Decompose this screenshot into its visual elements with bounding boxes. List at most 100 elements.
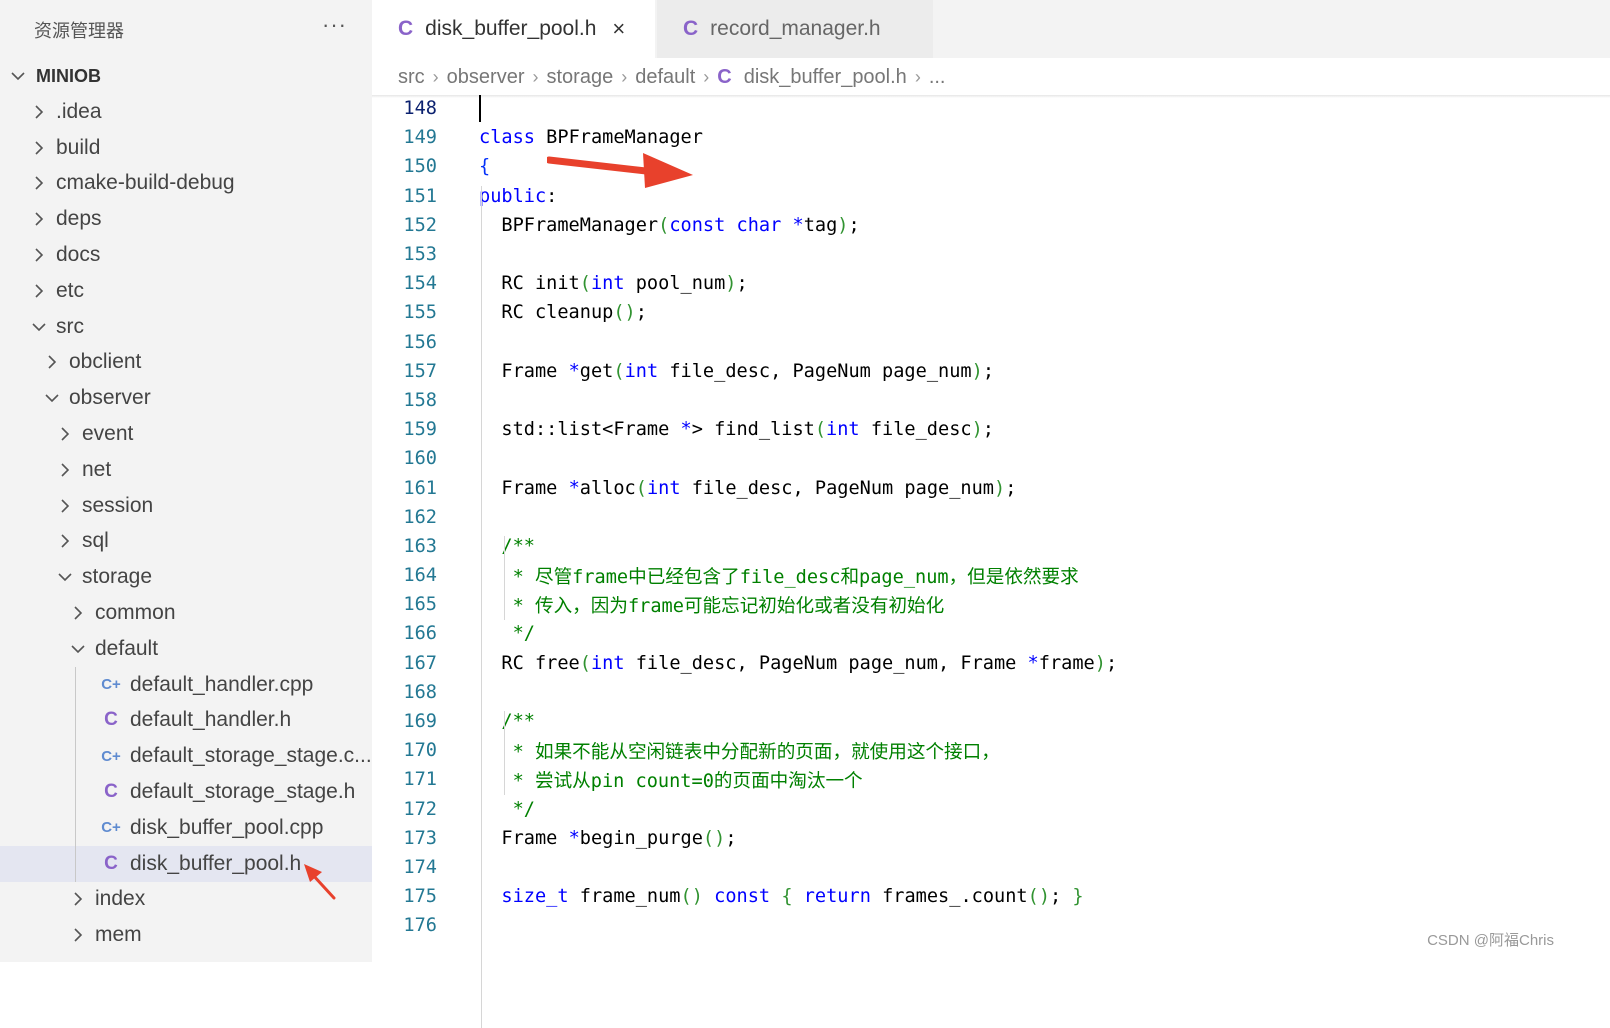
more-actions-icon[interactable]: ··· bbox=[322, 12, 347, 38]
file-item[interactable]: Cdisk_buffer_pool.h bbox=[0, 845, 372, 882]
line-number: 171 bbox=[403, 769, 437, 791]
close-icon[interactable]: × bbox=[612, 16, 625, 42]
file-item[interactable]: Cdefault_storage_stage.h bbox=[0, 774, 372, 810]
tab-record-manager-h[interactable]: C record_manager.h bbox=[657, 0, 933, 58]
breadcrumb-item-symbols[interactable]: ... bbox=[929, 66, 946, 89]
code-line[interactable]: 167 RC free(int file_desc, PageNum page_… bbox=[372, 649, 1610, 678]
code-line[interactable]: 173 Frame *begin_purge(); bbox=[372, 824, 1610, 853]
code-line[interactable]: 164 * 尽管frame中已经包含了file_desc和page_num，但是… bbox=[372, 561, 1610, 590]
code-line[interactable]: 162 bbox=[372, 503, 1610, 532]
tab-disk-buffer-pool-h[interactable]: C disk_buffer_pool.h × bbox=[372, 0, 655, 58]
tree-item-label: default_handler.cpp bbox=[130, 672, 314, 696]
breadcrumb-item-observer[interactable]: observer bbox=[447, 66, 525, 89]
code-text: size_t frame_num() const { return frames… bbox=[501, 886, 1084, 908]
code-line[interactable]: 168 bbox=[372, 678, 1610, 707]
code-text: { bbox=[479, 156, 491, 178]
line-number: 149 bbox=[403, 127, 437, 149]
code-line[interactable]: 152 BPFrameManager(const char *tag); bbox=[372, 211, 1610, 240]
breadcrumb-item-file[interactable]: disk_buffer_pool.h bbox=[744, 66, 907, 89]
folder-item[interactable]: obclient bbox=[0, 345, 372, 381]
code-text: class BPFrameManager bbox=[479, 127, 703, 149]
code-line[interactable]: 165 * 传入，因为frame可能忘记初始化或者没有初始化 bbox=[372, 590, 1610, 619]
folder-item[interactable]: net bbox=[0, 452, 372, 488]
folder-item[interactable]: build bbox=[0, 130, 372, 166]
code-line[interactable]: 156 bbox=[372, 328, 1610, 357]
folder-item[interactable]: deps bbox=[0, 201, 372, 237]
indent-guide bbox=[75, 666, 76, 882]
breadcrumb-item-default[interactable]: default bbox=[635, 66, 695, 89]
code-line[interactable]: 154 RC init(int pool_num); bbox=[372, 269, 1610, 298]
chevron-right-icon: › bbox=[432, 66, 439, 87]
code-text: /** bbox=[479, 535, 535, 557]
tab-bar: C disk_buffer_pool.h × C record_manager.… bbox=[372, 0, 1610, 58]
breadcrumb: src › observer › storage › default › C d… bbox=[398, 64, 945, 90]
tree-item-label: session bbox=[82, 493, 154, 517]
code-line[interactable]: 157 Frame *get(int file_desc, PageNum pa… bbox=[372, 357, 1610, 386]
folder-item[interactable]: cmake-build-debug bbox=[0, 166, 372, 202]
code-line[interactable]: 175 size_t frame_num() const { return fr… bbox=[372, 882, 1610, 911]
code-text: * 尽管frame中已经包含了file_desc和page_num，但是依然要求 bbox=[479, 567, 1079, 589]
folder-item[interactable]: common bbox=[0, 595, 372, 631]
code-line[interactable]: 171 * 尝试从pin count=0的页面中淘汰一个 bbox=[372, 765, 1610, 794]
file-item[interactable]: C+ disk_buffer_pool.cpp bbox=[0, 810, 372, 846]
code-line[interactable]: 159 std::list<Frame *> find_list(int fil… bbox=[372, 415, 1610, 444]
tree-item-label: common bbox=[95, 601, 176, 625]
file-item[interactable]: C+ default_handler.cpp bbox=[0, 667, 372, 703]
code-line[interactable]: 170 * 如果不能从空闲链表中分配新的页面，就使用这个接口， bbox=[372, 736, 1610, 765]
code-line[interactable]: 150 { bbox=[372, 152, 1610, 181]
breadcrumb-item-storage[interactable]: storage bbox=[546, 66, 613, 89]
line-number: 167 bbox=[403, 652, 437, 674]
code-line[interactable]: 174 bbox=[372, 853, 1610, 882]
chevron-right-icon bbox=[30, 283, 48, 299]
chevron-right-icon bbox=[30, 104, 48, 120]
line-number: 164 bbox=[403, 565, 437, 587]
code-line[interactable]: 148 bbox=[372, 94, 1610, 123]
chevron-right-icon: › bbox=[703, 66, 710, 87]
code-line[interactable]: 155 RC cleanup(); bbox=[372, 298, 1610, 327]
code-line[interactable]: 161 Frame *alloc(int file_desc, PageNum … bbox=[372, 473, 1610, 502]
folder-item[interactable]: .idea bbox=[0, 94, 372, 130]
folder-item[interactable]: src bbox=[0, 309, 372, 345]
folder-item[interactable]: storage bbox=[0, 559, 372, 595]
code-line[interactable]: 153 bbox=[372, 240, 1610, 269]
code-line[interactable]: 169 /** bbox=[372, 707, 1610, 736]
workspace-root-miniob[interactable]: MINIOB bbox=[0, 58, 372, 94]
line-number: 154 bbox=[403, 273, 437, 295]
tree-item-label: build bbox=[56, 135, 101, 159]
folder-item[interactable]: index bbox=[0, 882, 372, 918]
line-number: 168 bbox=[403, 681, 437, 703]
chevron-right-icon bbox=[56, 533, 74, 549]
tree-item-label: event bbox=[82, 422, 134, 446]
folder-item[interactable]: mem bbox=[0, 917, 372, 953]
line-number: 173 bbox=[403, 827, 437, 849]
code-line[interactable]: 163 /** bbox=[372, 532, 1610, 561]
watermark: CSDN @阿福Chris bbox=[1427, 932, 1554, 949]
folder-item[interactable]: session bbox=[0, 488, 372, 524]
folder-item[interactable]: docs bbox=[0, 237, 372, 273]
file-item[interactable]: C+ default_storage_stage.c... bbox=[0, 738, 372, 774]
code-editor[interactable]: 148 149 class BPFrameManager 150 {151 public:… bbox=[372, 94, 1610, 1028]
code-line[interactable]: 172 */ bbox=[372, 795, 1610, 824]
folder-item[interactable]: observer bbox=[0, 380, 372, 416]
folder-item[interactable]: default bbox=[0, 631, 372, 667]
code-line[interactable]: 149 class BPFrameManager bbox=[372, 123, 1610, 152]
folder-item[interactable]: sql bbox=[0, 524, 372, 560]
chevron-right-icon bbox=[56, 498, 74, 514]
code-text: BPFrameManager(const char *tag); bbox=[479, 214, 860, 236]
code-line[interactable]: 176 bbox=[372, 911, 1610, 940]
chevron-down-icon bbox=[56, 570, 74, 584]
code-line[interactable]: 166 */ bbox=[372, 619, 1610, 648]
editor-area: C disk_buffer_pool.h × C record_manager.… bbox=[372, 0, 1610, 1028]
explorer-title: 资源管理器 bbox=[34, 21, 124, 41]
line-number: 161 bbox=[403, 477, 437, 499]
chevron-right-icon: › bbox=[532, 66, 539, 87]
cpp-file-icon: C+ bbox=[101, 819, 121, 837]
cpp-file-icon: C+ bbox=[101, 676, 121, 694]
file-item[interactable]: Cdefault_handler.h bbox=[0, 703, 372, 739]
folder-item[interactable]: event bbox=[0, 416, 372, 452]
code-line[interactable]: 151 public: bbox=[372, 182, 1610, 211]
code-line[interactable]: 158 bbox=[372, 386, 1610, 415]
breadcrumb-item-src[interactable]: src bbox=[398, 66, 425, 89]
code-line[interactable]: 160 bbox=[372, 444, 1610, 473]
folder-item[interactable]: etc bbox=[0, 273, 372, 309]
